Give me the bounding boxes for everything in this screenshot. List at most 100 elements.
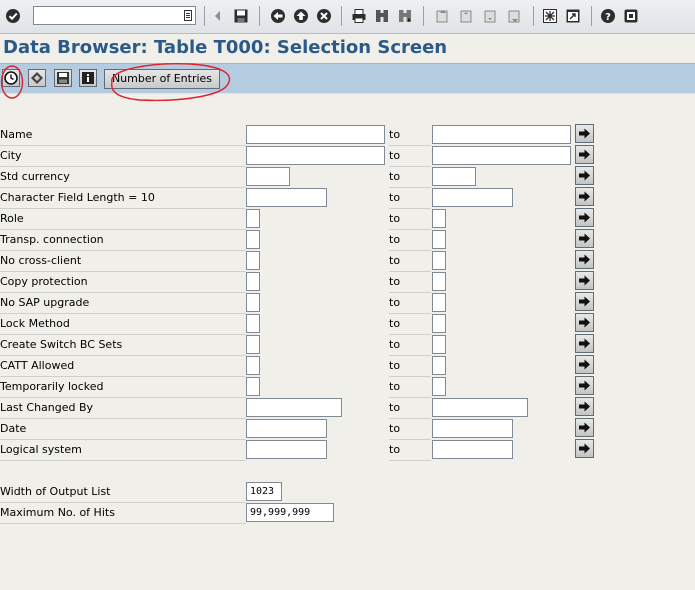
catt-allowed-low-input[interactable]	[246, 356, 260, 375]
field-label: Transp. connection	[0, 230, 246, 251]
temporarily-locked-high-input[interactable]	[432, 377, 446, 396]
arrow-right-icon	[579, 401, 590, 412]
first-page-icon[interactable]	[433, 7, 451, 25]
create-session-icon[interactable]	[541, 7, 559, 25]
temporarily-locked-low-input[interactable]	[246, 377, 260, 396]
character-field-length-10-low-input[interactable]	[246, 188, 327, 207]
selection-row-logical-system: Logical system to	[0, 439, 695, 461]
no-cross-client-high-input[interactable]	[432, 251, 446, 270]
to-label: to	[389, 440, 431, 461]
exit-icon[interactable]	[292, 7, 310, 25]
save-icon[interactable]	[232, 7, 250, 25]
info-icon[interactable]	[79, 69, 97, 87]
execute-clock-icon[interactable]	[2, 69, 20, 87]
multiple-selection-button[interactable]	[575, 229, 594, 248]
last-page-icon[interactable]	[505, 7, 523, 25]
page-title: Data Browser: Table T000: Selection Scre…	[3, 37, 448, 58]
maximum-no-of-hits-field[interactable]	[246, 503, 334, 522]
command-input[interactable]	[36, 8, 180, 25]
print-icon[interactable]	[350, 7, 368, 25]
field-label: City	[0, 146, 246, 167]
copy-protection-low-input[interactable]	[246, 272, 260, 291]
number-of-entries-button[interactable]: Number of Entries	[104, 69, 220, 89]
shortcut-icon[interactable]	[564, 7, 582, 25]
customize-layout-icon[interactable]	[622, 7, 640, 25]
transp-connection-low-input[interactable]	[246, 230, 260, 249]
toolbar-separator	[533, 6, 534, 26]
command-history-icon[interactable]	[184, 10, 192, 21]
to-label: to	[389, 272, 431, 293]
arrow-right-icon	[579, 359, 590, 370]
city-high-input[interactable]	[432, 146, 571, 165]
arrow-right-icon	[579, 191, 590, 202]
name-low-input[interactable]	[246, 125, 385, 144]
find-next-icon[interactable]	[396, 7, 414, 25]
logical-system-high-input[interactable]	[432, 440, 513, 459]
multiple-selection-button[interactable]	[575, 124, 594, 143]
copy-protection-high-input[interactable]	[432, 272, 446, 291]
date-high-input[interactable]	[432, 419, 513, 438]
transp-connection-high-input[interactable]	[432, 230, 446, 249]
get-variant-icon[interactable]	[28, 69, 46, 87]
date-low-input[interactable]	[246, 419, 327, 438]
find-icon[interactable]	[373, 7, 391, 25]
maximum-no-of-hits-label: Maximum No. of Hits	[0, 503, 246, 524]
std-currency-low-input[interactable]	[246, 167, 290, 186]
to-label: to	[389, 125, 431, 146]
no-cross-client-low-input[interactable]	[246, 251, 260, 270]
field-label: Last Changed By	[0, 398, 246, 419]
last-changed-by-low-input[interactable]	[246, 398, 342, 417]
multiple-selection-button[interactable]	[575, 208, 594, 227]
create-switch-bc-sets-low-input[interactable]	[246, 335, 260, 354]
selection-row-std-currency: Std currency to	[0, 166, 695, 188]
multiple-selection-button[interactable]	[575, 439, 594, 458]
multiple-selection-button[interactable]	[575, 355, 594, 374]
command-field[interactable]	[33, 6, 196, 25]
previous-page-icon[interactable]	[457, 7, 475, 25]
back-icon[interactable]	[269, 7, 287, 25]
width-of-output-list-field[interactable]	[246, 482, 282, 501]
field-label: Logical system	[0, 440, 246, 461]
save-variant-icon[interactable]	[54, 69, 72, 87]
multiple-selection-button[interactable]	[575, 292, 594, 311]
toolbar-separator	[204, 6, 205, 26]
multiple-selection-button[interactable]	[575, 334, 594, 353]
next-page-icon[interactable]	[481, 7, 499, 25]
catt-allowed-high-input[interactable]	[432, 356, 446, 375]
logical-system-low-input[interactable]	[246, 440, 327, 459]
selection-row-lock-method: Lock Method to	[0, 313, 695, 335]
character-field-length-10-high-input[interactable]	[432, 188, 513, 207]
multiple-selection-button[interactable]	[575, 166, 594, 185]
selection-row-city: City to	[0, 145, 695, 167]
multiple-selection-button[interactable]	[575, 271, 594, 290]
create-switch-bc-sets-high-input[interactable]	[432, 335, 446, 354]
lock-method-low-input[interactable]	[246, 314, 260, 333]
check-icon[interactable]	[4, 7, 22, 25]
to-label: to	[389, 230, 431, 251]
multiple-selection-button[interactable]	[575, 145, 594, 164]
no-sap-upgrade-low-input[interactable]	[246, 293, 260, 312]
no-sap-upgrade-high-input[interactable]	[432, 293, 446, 312]
multiple-selection-button[interactable]	[575, 313, 594, 332]
cancel-icon[interactable]	[315, 7, 333, 25]
city-low-input[interactable]	[246, 146, 385, 165]
role-high-input[interactable]	[432, 209, 446, 228]
field-label: Create Switch BC Sets	[0, 335, 246, 356]
arrow-right-icon	[579, 338, 590, 349]
multiple-selection-button[interactable]	[575, 397, 594, 416]
std-currency-high-input[interactable]	[432, 167, 476, 186]
to-label: to	[389, 167, 431, 188]
lock-method-high-input[interactable]	[432, 314, 446, 333]
back-arrow-icon[interactable]	[209, 7, 227, 25]
multiple-selection-button[interactable]	[575, 187, 594, 206]
last-changed-by-high-input[interactable]	[432, 398, 528, 417]
multiple-selection-button[interactable]	[575, 250, 594, 269]
name-high-input[interactable]	[432, 125, 571, 144]
selection-row-no-sap-upgrade: No SAP upgrade to	[0, 292, 695, 314]
selection-row-create-switch-bc-sets: Create Switch BC Sets to	[0, 334, 695, 356]
help-icon[interactable]: ?	[599, 7, 617, 25]
selection-row-copy-protection: Copy protection to	[0, 271, 695, 293]
multiple-selection-button[interactable]	[575, 376, 594, 395]
role-low-input[interactable]	[246, 209, 260, 228]
multiple-selection-button[interactable]	[575, 418, 594, 437]
